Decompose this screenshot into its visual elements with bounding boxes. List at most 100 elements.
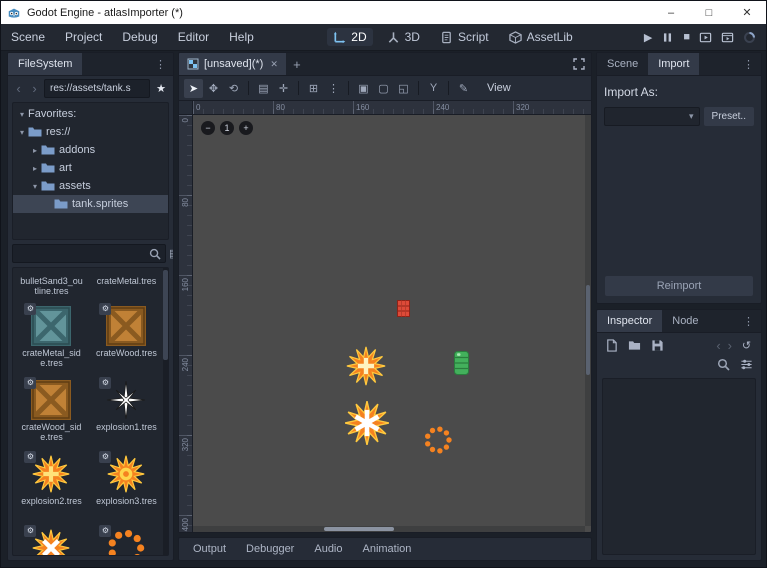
asset-item[interactable]: ⚙crateWood.tres — [89, 298, 164, 372]
close-button[interactable]: ✕ — [728, 1, 766, 24]
preset-button[interactable]: Preset.. — [704, 107, 754, 126]
filesystem-menu-icon[interactable]: ⋮ — [148, 53, 173, 75]
search-properties-icon[interactable] — [716, 357, 731, 372]
workspace-tab-2d[interactable]: 2D — [327, 28, 372, 46]
sprite-barrel-green[interactable] — [454, 351, 469, 375]
workspace-tab-assetlib[interactable]: AssetLib — [503, 28, 579, 46]
asset-grid-scrollbar[interactable] — [163, 268, 168, 555]
tree-item-assets[interactable]: ▾assets — [13, 177, 168, 195]
edit-history-icon[interactable]: ↺ — [739, 338, 754, 353]
asset-item[interactable]: bulletSand3_outline.tres — [14, 268, 89, 298]
dock-menu-icon[interactable]: ⋮ — [736, 53, 761, 75]
bottom-tab-animation[interactable]: Animation — [353, 537, 422, 561]
paint-tool-icon[interactable]: ✎ — [454, 79, 473, 98]
history-forward-button[interactable]: › — [28, 81, 41, 96]
sprite-explosion-asterisk[interactable] — [343, 399, 391, 447]
rotate-tool-icon[interactable]: ⟲ — [224, 79, 243, 98]
new-scene-tab-button[interactable]: + — [286, 53, 308, 75]
lock-object-icon[interactable]: ▣ — [354, 79, 373, 98]
tab-close-icon[interactable]: ✕ — [268, 59, 278, 70]
tree-item-addons[interactable]: ▸addons — [13, 141, 168, 159]
bottom-tab-audio[interactable]: Audio — [304, 537, 352, 561]
asset-item[interactable]: ⚙crateMetal_side.tres — [14, 298, 89, 372]
scrollbar-thumb[interactable] — [586, 285, 590, 375]
unlock-object-icon[interactable]: ▢ — [374, 79, 393, 98]
scrollbar-thumb[interactable] — [324, 527, 394, 531]
sprite-explosion-plus[interactable] — [345, 345, 387, 387]
tree-item-res[interactable]: ▾res:// — [13, 123, 168, 141]
list-select-tool-icon[interactable]: ▤ — [254, 79, 273, 98]
history-back-icon[interactable]: ‹ — [716, 338, 720, 353]
search-input[interactable] — [17, 248, 149, 259]
asset-item[interactable]: ⚙ — [14, 520, 89, 556]
distraction-free-icon[interactable] — [567, 53, 591, 75]
reimport-button[interactable]: Reimport — [605, 276, 753, 296]
bottom-tab-debugger[interactable]: Debugger — [236, 537, 304, 561]
ws-3d-icon — [387, 31, 400, 44]
canvas-horizontal-scrollbar[interactable] — [193, 526, 585, 532]
asset-item[interactable]: ⚙explosion3.tres — [89, 446, 164, 520]
bottom-tab-output[interactable]: Output — [183, 537, 236, 561]
select-tool-icon[interactable]: ➤ — [184, 79, 203, 98]
stop-button[interactable]: ■ — [683, 31, 690, 43]
asset-item[interactable]: ⚙explosion1.tres — [89, 372, 164, 446]
search-box[interactable] — [12, 244, 166, 263]
move-tool-icon[interactable]: ✥ — [204, 79, 223, 98]
asset-item[interactable]: crateMetal.tres — [89, 268, 164, 298]
play-custom-scene-button[interactable] — [721, 31, 734, 44]
tree-item-favorites[interactable]: ▾Favorites: — [13, 105, 168, 123]
play-button[interactable]: ▶ — [644, 31, 652, 44]
maximize-button[interactable]: □ — [690, 1, 728, 24]
zoom-in-button[interactable]: + — [239, 121, 253, 135]
tab-import[interactable]: Import — [648, 53, 699, 75]
workspace-label: Script — [458, 30, 489, 44]
workspace-tab-script[interactable]: Script — [434, 28, 495, 46]
ws-script-icon — [440, 31, 453, 44]
favorite-star-icon[interactable]: ★ — [153, 82, 169, 95]
workspace-tab-3d[interactable]: 3D — [381, 28, 426, 46]
load-resource-icon[interactable] — [627, 338, 642, 353]
history-back-button[interactable]: ‹ — [12, 81, 25, 96]
tab-node[interactable]: Node — [662, 310, 708, 332]
tab-inspector[interactable]: Inspector — [597, 310, 662, 332]
pause-button[interactable] — [661, 31, 674, 44]
view-menu-button[interactable]: View — [481, 80, 517, 96]
history-forward-icon[interactable]: › — [728, 338, 732, 353]
save-resource-icon[interactable] — [650, 338, 665, 353]
new-resource-icon[interactable] — [604, 338, 619, 353]
tree-item-tank-sprites[interactable]: tank.sprites — [13, 195, 168, 213]
menu-item-editor[interactable]: Editor — [168, 24, 219, 51]
snap-options-icon[interactable]: ⋮ — [324, 79, 343, 98]
sprite-dots-circle[interactable] — [423, 425, 453, 455]
menu-item-project[interactable]: Project — [55, 24, 112, 51]
scrollbar-thumb[interactable] — [163, 270, 168, 360]
asset-label: crateWood_side.tres — [19, 422, 83, 442]
sprite-crate-red[interactable] — [397, 300, 410, 317]
file-list-view-toggle-icon[interactable]: ▤ — [169, 247, 174, 260]
menu-item-help[interactable]: Help — [219, 24, 264, 51]
zoom-out-button[interactable]: − — [201, 121, 215, 135]
zoom-reset-button[interactable]: 1 — [220, 121, 234, 135]
pan-tool-icon[interactable]: ✛ — [274, 79, 293, 98]
asset-item[interactable]: ⚙ — [89, 520, 164, 556]
import-as-dropdown[interactable]: ▾ — [604, 107, 700, 126]
snap-toggle-icon[interactable]: ⊞ — [304, 79, 323, 98]
asset-item[interactable]: ⚙explosion2.tres — [14, 446, 89, 520]
canvas-viewport[interactable]: −1 + — [193, 115, 591, 532]
group-object-icon[interactable]: ◱ — [394, 79, 413, 98]
menu-item-scene[interactable]: Scene — [1, 24, 55, 51]
minimize-button[interactable]: – — [652, 1, 690, 24]
play-scene-button[interactable] — [699, 31, 712, 44]
property-filter-icon[interactable] — [739, 357, 754, 372]
inspector-menu-icon[interactable]: ⋮ — [736, 310, 761, 332]
tab-filesystem[interactable]: FileSystem — [8, 53, 82, 75]
scene-tab-unsaved[interactable]: [unsaved](*) ✕ — [179, 53, 286, 75]
tab-scene[interactable]: Scene — [597, 53, 648, 75]
path-input[interactable] — [44, 79, 150, 98]
canvas-vertical-scrollbar[interactable] — [585, 115, 591, 526]
tree-item-art[interactable]: ▸art — [13, 159, 168, 177]
skeleton-options-icon[interactable]: Y — [424, 79, 443, 98]
dots-circle-thumbnail: ⚙ — [106, 528, 146, 556]
asset-item[interactable]: ⚙crateWood_side.tres — [14, 372, 89, 446]
menu-item-debug[interactable]: Debug — [112, 24, 167, 51]
